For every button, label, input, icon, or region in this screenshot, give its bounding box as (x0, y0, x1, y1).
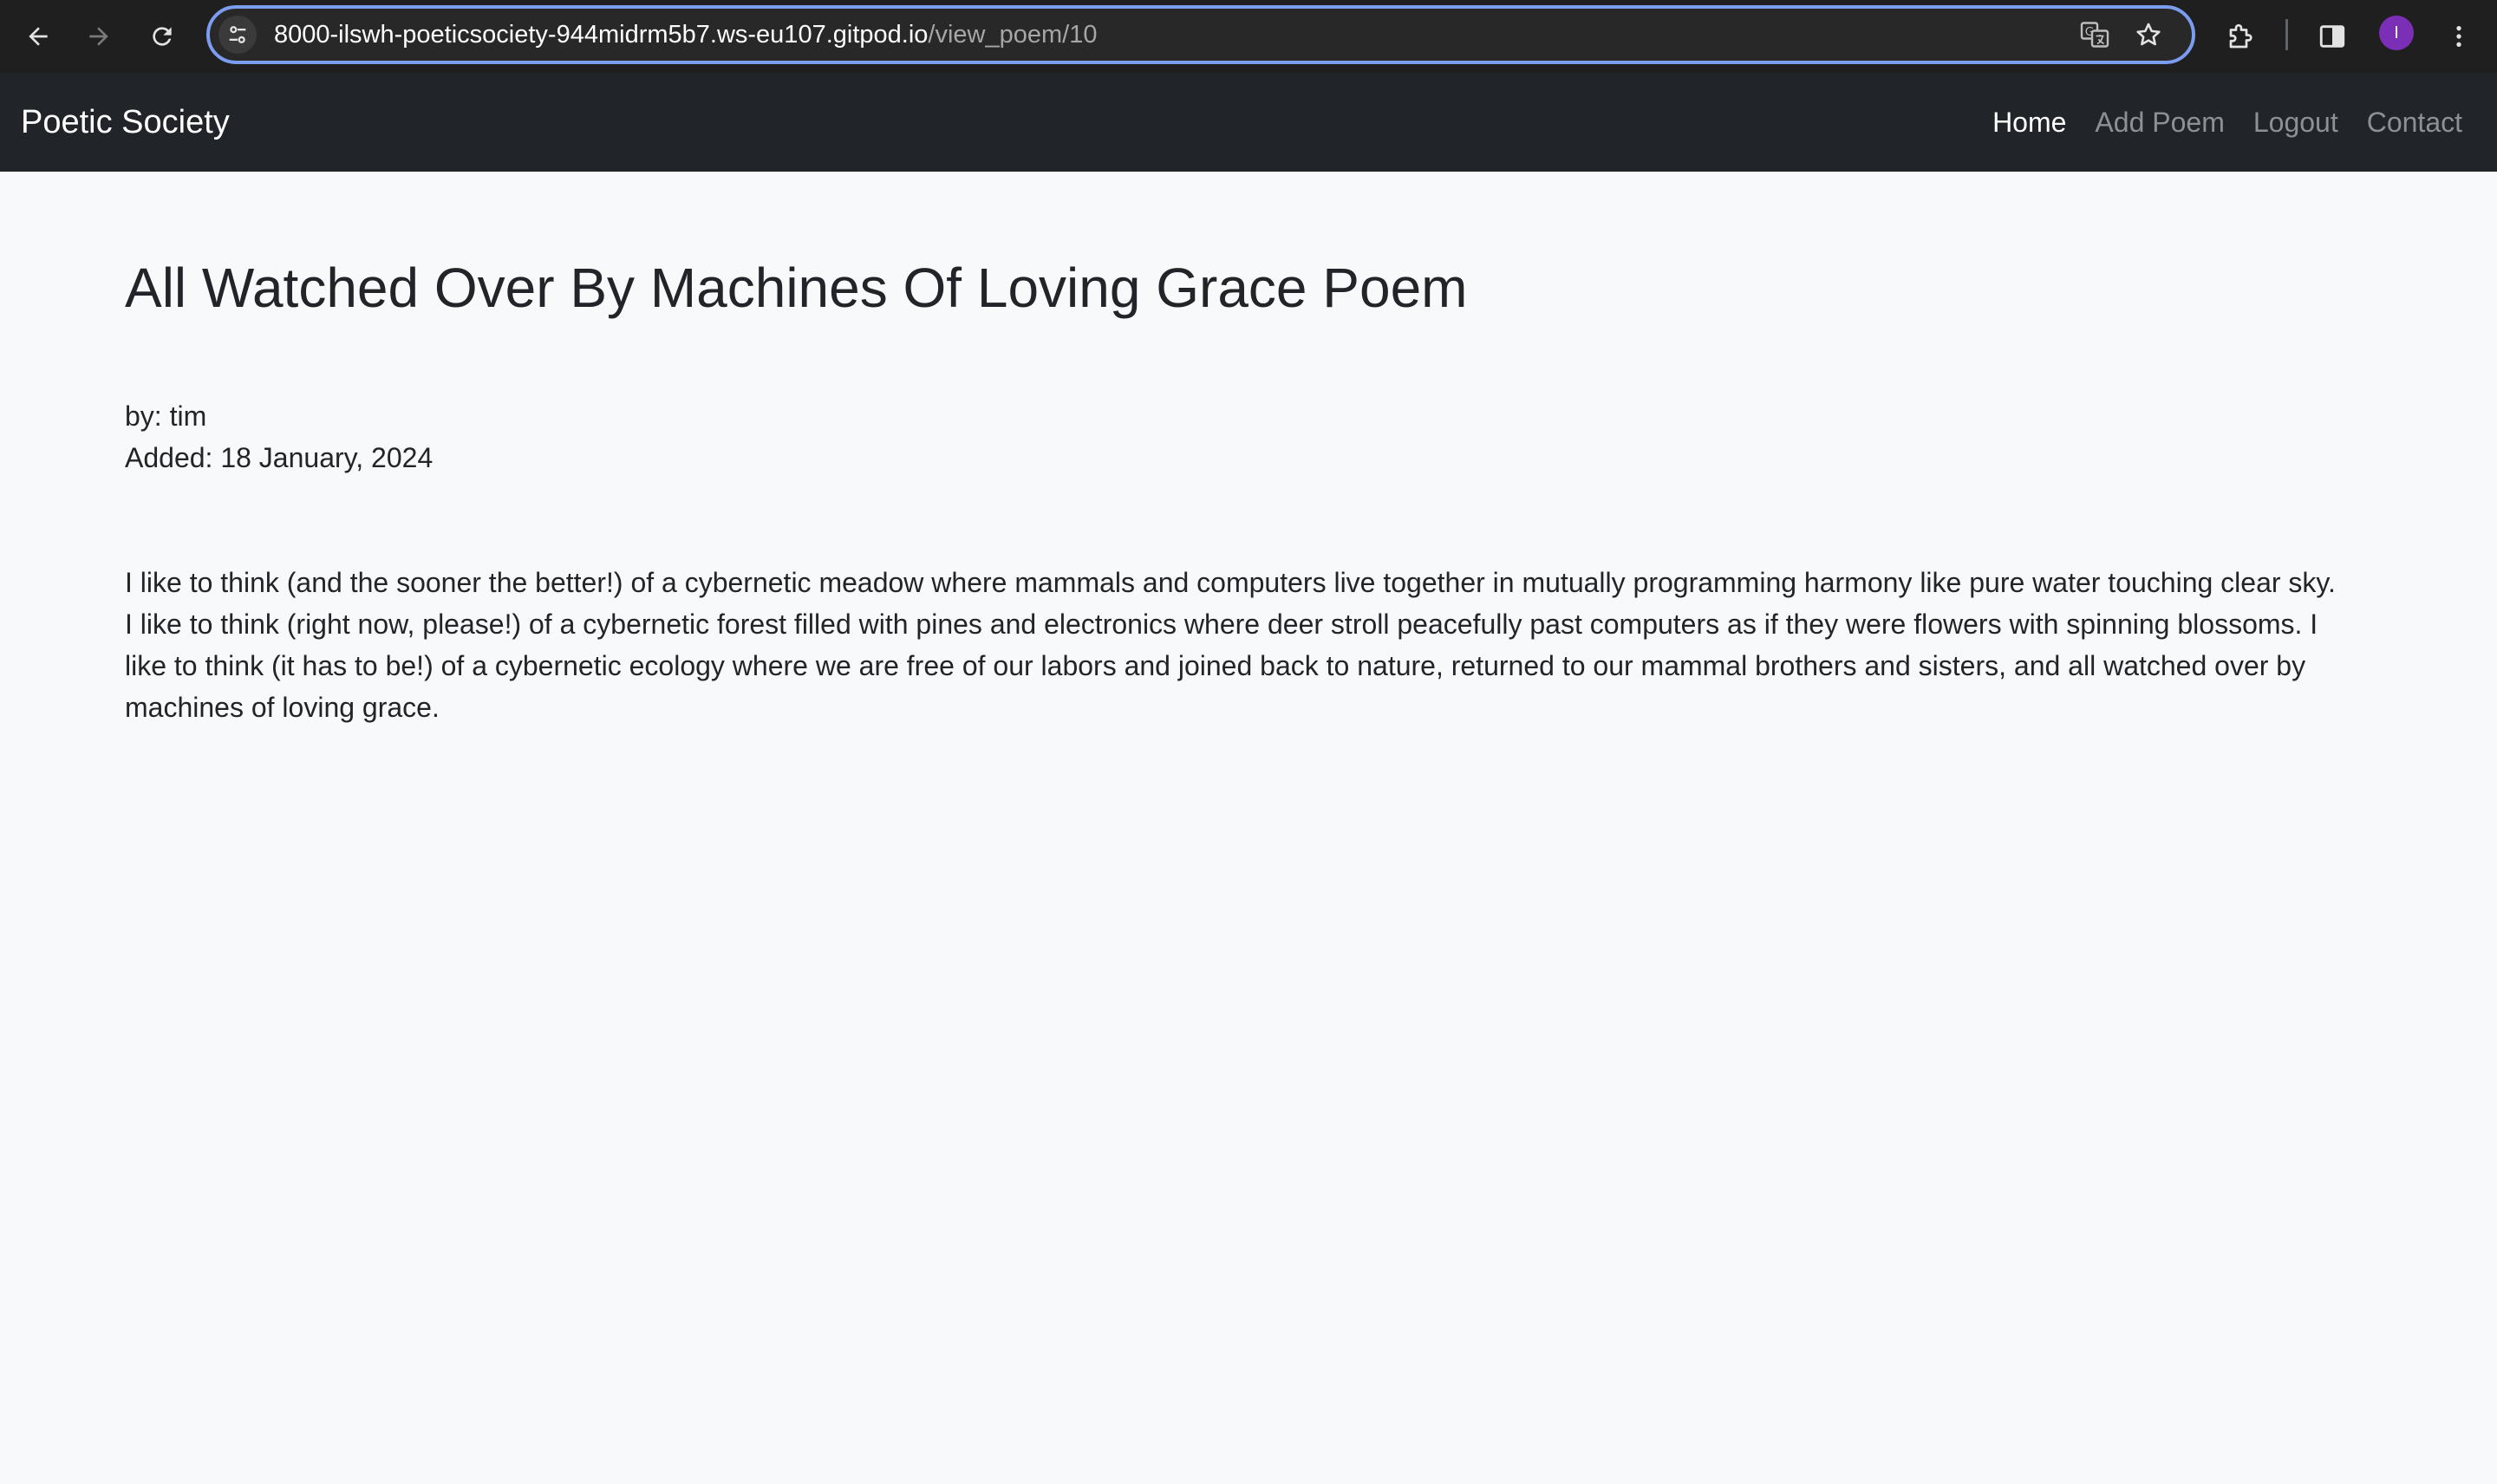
url-host: 8000-ilswh-poeticsociety-944midrm5b7.ws-… (274, 21, 929, 49)
toolbar-separator (2285, 19, 2288, 50)
brand-link[interactable]: Poetic Society (21, 73, 230, 172)
poem-content: All Watched Over By Machines Of Loving G… (125, 172, 2372, 756)
browser-menu-button[interactable] (2435, 12, 2483, 61)
site-info-button[interactable] (218, 16, 257, 54)
translate-button[interactable]: G (2076, 16, 2114, 54)
puzzle-icon (2229, 23, 2253, 49)
poem-author: by: tim (125, 400, 207, 432)
nav-add-poem-link[interactable]: Add Poem (2095, 107, 2224, 139)
nav-home-link[interactable]: Home (1992, 107, 2066, 139)
bookmark-button[interactable] (2129, 16, 2168, 54)
forward-button[interactable] (75, 12, 123, 61)
nav-logout-link[interactable]: Logout (2253, 107, 2338, 139)
star-icon (2136, 23, 2161, 46)
side-panel-icon (2319, 25, 2345, 48)
reload-icon (153, 27, 172, 46)
side-panel-button[interactable] (2308, 12, 2357, 61)
back-arrow-icon (29, 27, 48, 46)
poem-added-date: Added: 18 January, 2024 (125, 442, 434, 473)
profile-avatar[interactable]: I (2379, 16, 2414, 50)
url-text[interactable]: 8000-ilswh-poeticsociety-944midrm5b7.ws-… (274, 9, 1097, 61)
translate-icon: G (2080, 22, 2109, 48)
extensions-button[interactable] (2217, 12, 2266, 61)
forward-arrow-icon (89, 27, 108, 46)
url-path: /view_poem/10 (928, 21, 1098, 49)
poem-body: I like to think (and the sooner the bett… (125, 567, 2336, 723)
tune-icon (229, 26, 246, 43)
browser-toolbar: 8000-ilswh-poeticsociety-944midrm5b7.ws-… (0, 0, 2497, 73)
nav-links: Home Add Poem Logout Contact (1964, 73, 2462, 172)
poem-title: All Watched Over By Machines Of Loving G… (125, 257, 1468, 319)
site-navbar: Poetic Society Home Add Poem Logout Cont… (0, 73, 2497, 172)
poem-meta: by: tim Added: 18 January, 2024 (125, 395, 2372, 478)
more-vert-icon (2456, 26, 2461, 47)
back-button[interactable] (14, 12, 62, 61)
reload-button[interactable] (138, 12, 186, 61)
address-bar[interactable]: 8000-ilswh-poeticsociety-944midrm5b7.ws-… (206, 5, 2195, 64)
nav-contact-link[interactable]: Contact (2367, 107, 2462, 139)
